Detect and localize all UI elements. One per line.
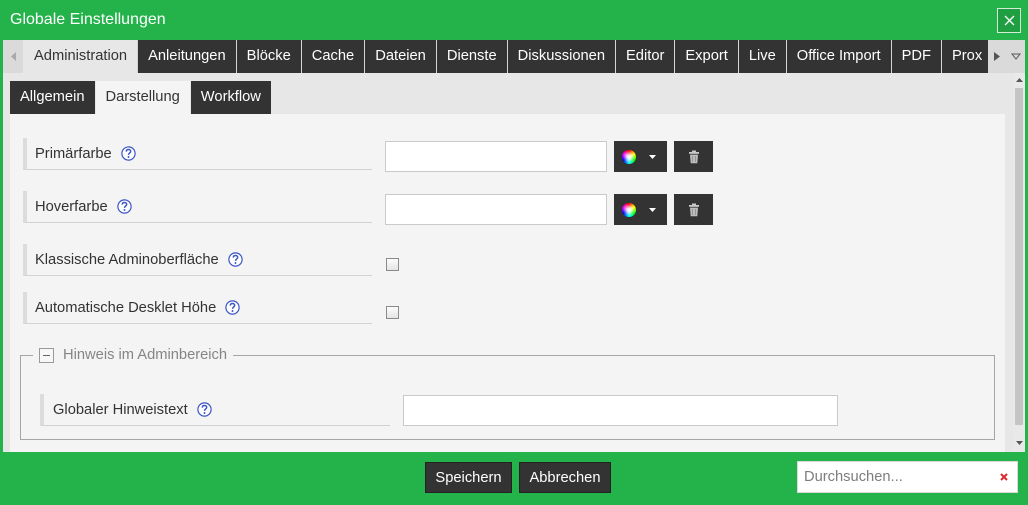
hoverfarbe-color-picker-button[interactable] (614, 194, 667, 225)
scroll-down-button[interactable] (1016, 441, 1023, 445)
primaerfarbe-input[interactable] (385, 141, 607, 172)
setting-label-klassische-adminoberflaeche: Klassische Adminoberfläche (23, 244, 372, 276)
tab-pdf[interactable]: PDF (891, 40, 941, 73)
subtab-workflow[interactable]: Workflow (190, 81, 271, 114)
primaerfarbe-clear-button[interactable] (674, 141, 713, 172)
setting-label-text: Automatische Desklet Höhe (35, 299, 217, 316)
scroll-up-icon (1016, 78, 1023, 82)
subtab-darstellung[interactable]: Darstellung (95, 81, 190, 114)
triangle-left-icon (10, 52, 16, 61)
globaler-hinweistext-input[interactable] (403, 395, 838, 426)
help-icon[interactable] (228, 252, 243, 267)
triangle-right-icon (994, 52, 1000, 61)
scroll-up-button[interactable] (1016, 78, 1023, 82)
main-tabs: Administration Anleitungen Blöcke Cache … (24, 40, 988, 73)
caret-down-icon (649, 154, 656, 159)
trash-icon (688, 203, 699, 216)
scrollbar-thumb[interactable] (1015, 88, 1023, 425)
color-wheel-icon (622, 149, 636, 164)
window-title: Globale Einstellungen (10, 11, 166, 28)
tab-cache[interactable]: Cache (301, 40, 365, 73)
help-icon[interactable] (225, 300, 240, 315)
subtab-allgemein[interactable]: Allgemein (10, 81, 95, 114)
sub-tabs: Allgemein Darstellung Workflow (10, 81, 272, 114)
setting-label-text: Hoverfarbe (35, 198, 108, 215)
chevron-down-icon (1011, 53, 1021, 60)
trash-icon (688, 150, 699, 163)
collapse-icon[interactable] (39, 347, 54, 363)
tabs-scroll-left-button[interactable] (3, 40, 23, 73)
hoverfarbe-clear-button[interactable] (674, 194, 713, 225)
save-button[interactable]: Speichern (425, 462, 512, 493)
tab-live[interactable]: Live (738, 40, 786, 73)
tab-dienste[interactable]: Dienste (436, 40, 507, 73)
klassische-adminoberflaeche-checkbox[interactable] (386, 258, 399, 271)
clear-icon[interactable] (999, 472, 1009, 482)
hinweis-legend: Hinweis im Adminbereich (33, 347, 234, 363)
close-button[interactable] (997, 8, 1021, 33)
setting-label-hoverfarbe: Hoverfarbe (23, 191, 372, 223)
setting-label-text: Globaler Hinweistext (53, 401, 188, 418)
scroll-down-icon (1016, 441, 1023, 445)
help-icon[interactable] (121, 146, 136, 161)
tab-export[interactable]: Export (675, 40, 738, 73)
help-icon[interactable] (116, 199, 132, 214)
hinweis-legend-text: Hinweis im Adminbereich (63, 347, 228, 363)
search-input[interactable] (798, 469, 999, 485)
color-wheel-icon (622, 202, 636, 217)
title-bar: Globale Einstellungen (0, 0, 1028, 40)
cancel-button[interactable]: Abbrechen (519, 462, 611, 493)
search-box (797, 461, 1018, 493)
tab-anleitungen[interactable]: Anleitungen (138, 40, 236, 73)
help-icon[interactable] (197, 402, 212, 417)
tab-editor[interactable]: Editor (616, 40, 675, 73)
hoverfarbe-input[interactable] (385, 194, 607, 225)
setting-label-text: Primärfarbe (35, 145, 112, 162)
tab-office-import[interactable]: Office Import (786, 40, 891, 73)
caret-down-icon (649, 207, 656, 212)
primaerfarbe-color-picker-button[interactable] (614, 141, 667, 172)
tab-dateien[interactable]: Dateien (365, 40, 436, 73)
tab-diskussionen[interactable]: Diskussionen (507, 40, 616, 73)
tabs-nav-right (988, 40, 1025, 73)
setting-label-primaerfarbe: Primärfarbe (23, 138, 372, 170)
automatische-desklet-hoehe-checkbox[interactable] (386, 306, 399, 319)
close-icon (1004, 15, 1014, 26)
tab-bloecke[interactable]: Blöcke (236, 40, 301, 73)
tabs-menu-button[interactable] (1011, 53, 1021, 60)
tab-prox[interactable]: Prox (941, 40, 988, 73)
setting-label-text: Klassische Adminoberfläche (35, 251, 219, 268)
setting-label-globaler-hinweistext: Globaler Hinweistext (40, 394, 390, 426)
tabs-scroll-right-button[interactable] (994, 52, 1000, 61)
setting-label-automatische-desklet-hoehe: Automatische Desklet Höhe (23, 292, 372, 324)
tab-administration[interactable]: Administration (24, 40, 138, 73)
